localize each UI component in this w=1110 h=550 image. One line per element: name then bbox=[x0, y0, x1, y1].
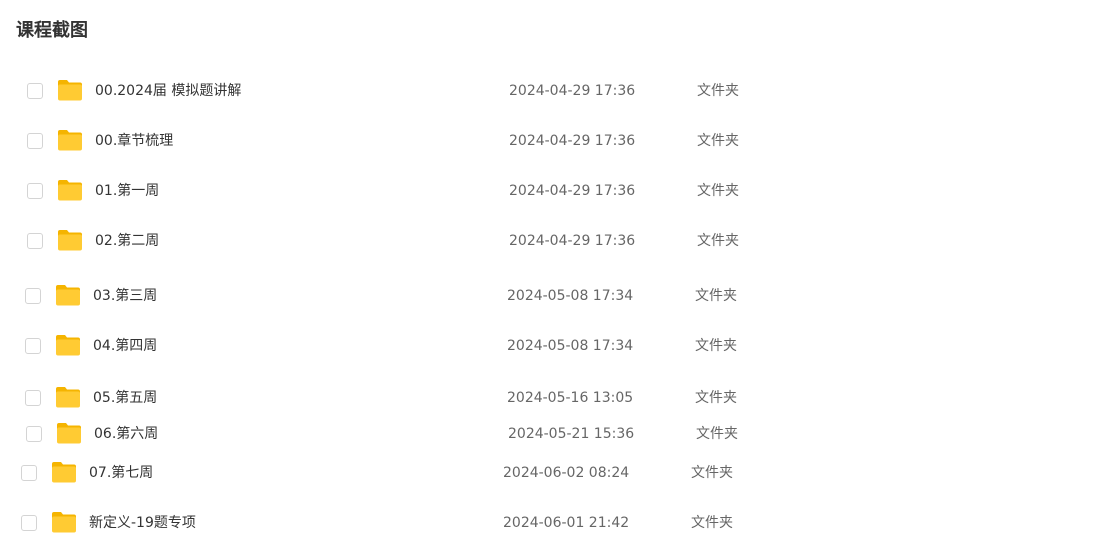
file-date: 2024-04-29 17:36 bbox=[509, 83, 636, 99]
row-checkbox[interactable] bbox=[21, 515, 37, 531]
file-type: 文件夹 bbox=[696, 426, 738, 442]
folder-icon bbox=[55, 333, 81, 357]
folder-icon bbox=[57, 78, 83, 102]
file-date: 2024-05-16 13:05 bbox=[507, 390, 634, 406]
file-name[interactable]: 02.第二周 bbox=[95, 231, 159, 251]
file-type: 文件夹 bbox=[697, 233, 739, 249]
page-title: 课程截图 bbox=[16, 20, 88, 41]
file-row[interactable]: 00.章节梳理 2024-04-29 17:36 文件夹 bbox=[27, 128, 787, 156]
file-type: 文件夹 bbox=[695, 390, 737, 406]
file-name[interactable]: 07.第七周 bbox=[89, 463, 153, 483]
file-row[interactable]: 02.第二周 2024-04-29 17:36 文件夹 bbox=[27, 228, 787, 256]
file-type: 文件夹 bbox=[695, 338, 737, 354]
file-date: 2024-04-29 17:36 bbox=[509, 133, 636, 149]
row-checkbox[interactable] bbox=[27, 233, 43, 249]
file-name[interactable]: 新定义-19题专项 bbox=[89, 513, 196, 533]
row-checkbox[interactable] bbox=[25, 288, 41, 304]
row-checkbox[interactable] bbox=[27, 133, 43, 149]
file-type: 文件夹 bbox=[697, 183, 739, 199]
file-type: 文件夹 bbox=[695, 288, 737, 304]
file-type: 文件夹 bbox=[691, 465, 733, 481]
folder-icon bbox=[55, 385, 81, 409]
file-date: 2024-05-21 15:36 bbox=[508, 426, 635, 442]
file-date: 2024-04-29 17:36 bbox=[509, 183, 636, 199]
file-name[interactable]: 01.第一周 bbox=[95, 181, 159, 201]
file-row[interactable]: 06.第六周 2024-05-21 15:36 文件夹 bbox=[26, 421, 786, 449]
file-name[interactable]: 00.章节梳理 bbox=[95, 131, 173, 151]
file-row[interactable]: 03.第三周 2024-05-08 17:34 文件夹 bbox=[25, 283, 785, 311]
file-name[interactable]: 03.第三周 bbox=[93, 286, 157, 306]
row-checkbox[interactable] bbox=[21, 465, 37, 481]
file-date: 2024-06-02 08:24 bbox=[503, 465, 630, 481]
file-row[interactable]: 00.2024届 模拟题讲解 2024-04-29 17:36 文件夹 bbox=[27, 78, 787, 106]
file-name[interactable]: 06.第六周 bbox=[94, 424, 158, 444]
folder-icon bbox=[57, 228, 83, 252]
file-date: 2024-06-01 21:42 bbox=[503, 515, 630, 531]
folder-icon bbox=[55, 283, 81, 307]
file-row[interactable]: 01.第一周 2024-04-29 17:36 文件夹 bbox=[27, 178, 787, 206]
row-checkbox[interactable] bbox=[26, 426, 42, 442]
folder-icon bbox=[57, 178, 83, 202]
row-checkbox[interactable] bbox=[25, 390, 41, 406]
folder-icon bbox=[56, 421, 82, 445]
file-type: 文件夹 bbox=[691, 515, 733, 531]
folder-icon bbox=[57, 128, 83, 152]
row-checkbox[interactable] bbox=[25, 338, 41, 354]
file-name[interactable]: 00.2024届 模拟题讲解 bbox=[95, 81, 241, 101]
row-checkbox[interactable] bbox=[27, 83, 43, 99]
file-type: 文件夹 bbox=[697, 133, 739, 149]
file-row[interactable]: 05.第五周 2024-05-16 13:05 文件夹 bbox=[25, 385, 785, 413]
file-name[interactable]: 05.第五周 bbox=[93, 388, 157, 408]
file-type: 文件夹 bbox=[697, 83, 739, 99]
file-date: 2024-05-08 17:34 bbox=[507, 338, 634, 354]
folder-icon bbox=[51, 510, 77, 534]
file-row[interactable]: 07.第七周 2024-06-02 08:24 文件夹 bbox=[21, 460, 781, 488]
file-name[interactable]: 04.第四周 bbox=[93, 336, 157, 356]
file-row[interactable]: 新定义-19题专项 2024-06-01 21:42 文件夹 bbox=[21, 510, 781, 538]
row-checkbox[interactable] bbox=[27, 183, 43, 199]
file-row[interactable]: 04.第四周 2024-05-08 17:34 文件夹 bbox=[25, 333, 785, 361]
file-date: 2024-04-29 17:36 bbox=[509, 233, 636, 249]
file-date: 2024-05-08 17:34 bbox=[507, 288, 634, 304]
folder-icon bbox=[51, 460, 77, 484]
